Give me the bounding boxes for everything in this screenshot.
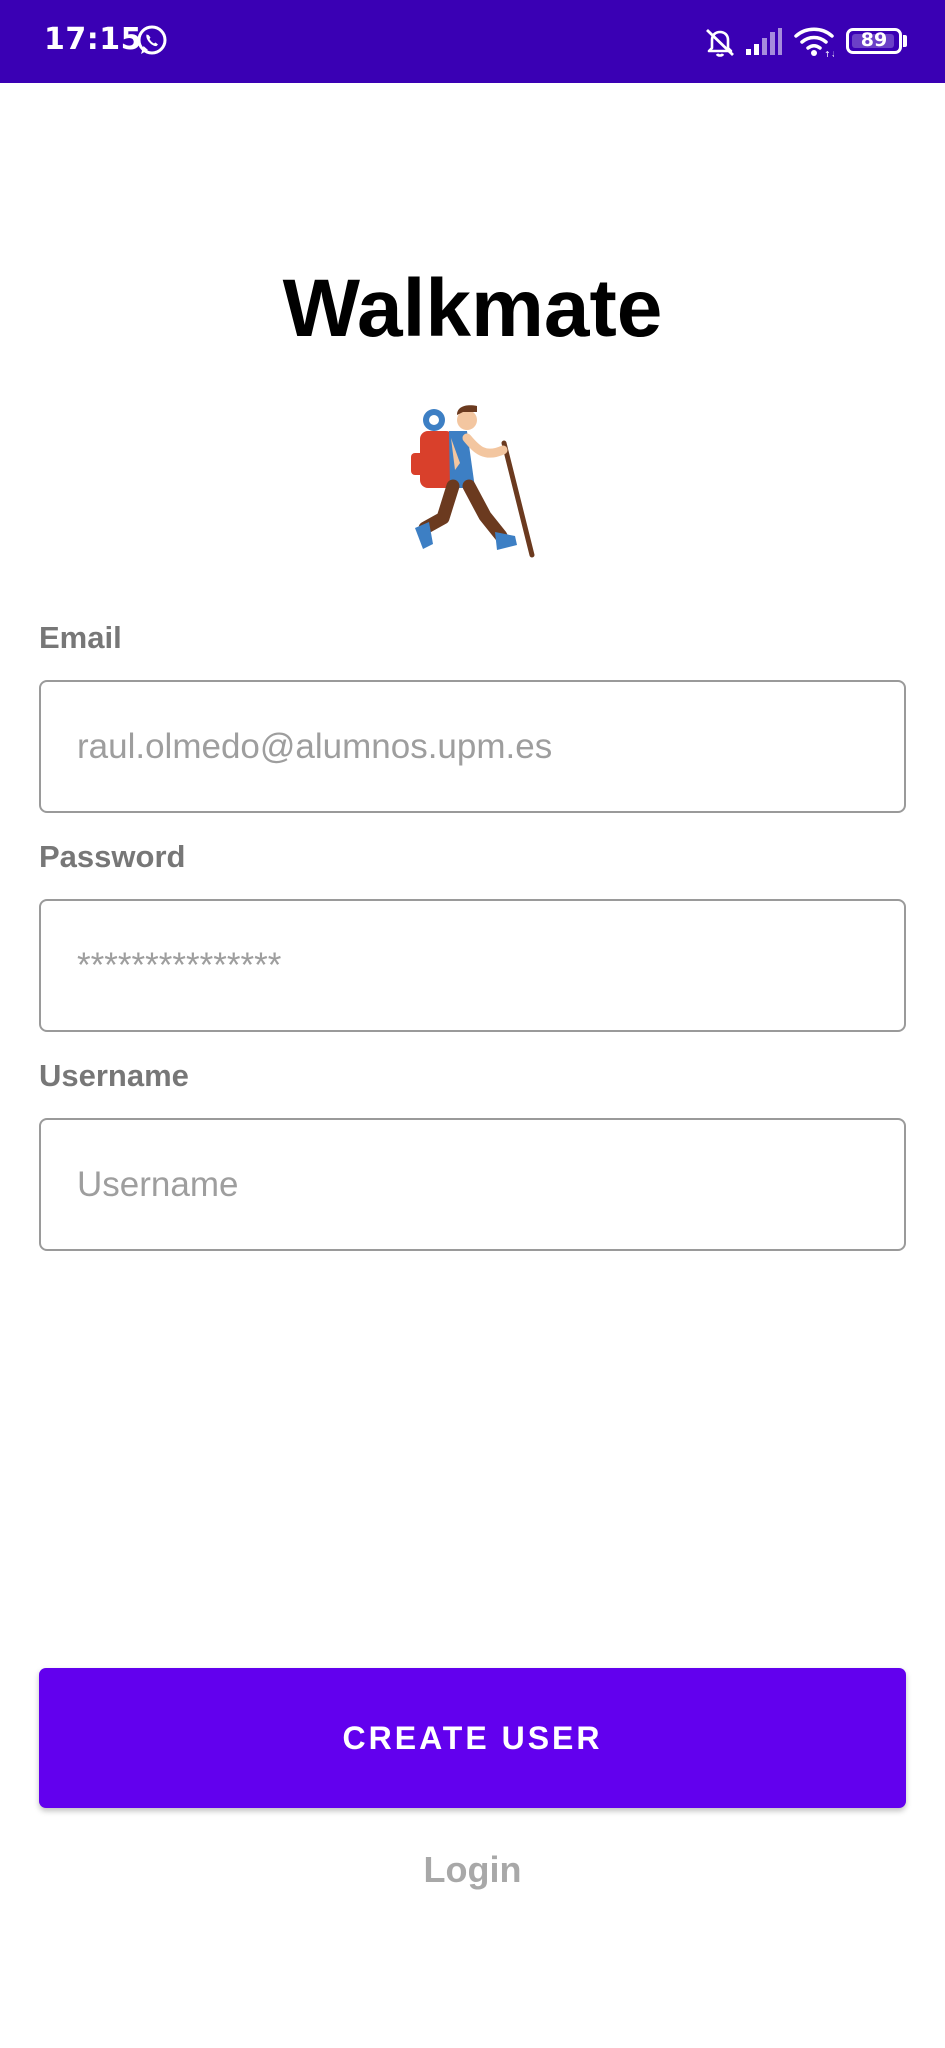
login-link[interactable]: Login (0, 1849, 945, 1891)
muted-bell-icon (706, 28, 734, 57)
username-field[interactable] (39, 1118, 906, 1251)
battery-level: 89 (860, 29, 888, 51)
status-bar: 17:15 ↑↓ 89 (0, 0, 945, 83)
battery-icon: 89 (846, 28, 902, 54)
create-user-button[interactable]: CREATE USER (39, 1668, 906, 1808)
app-title: Walkmate (282, 263, 663, 354)
svg-text:↑↓: ↑↓ (824, 50, 834, 58)
whatsapp-icon (137, 25, 167, 55)
email-label: Email (39, 620, 122, 655)
email-field[interactable] (39, 680, 906, 813)
wifi-icon: ↑↓ (794, 27, 834, 58)
password-label: Password (39, 839, 186, 874)
password-field[interactable] (39, 899, 906, 1032)
battery-tip (903, 35, 907, 47)
username-label: Username (39, 1058, 189, 1093)
hiker-icon (411, 405, 535, 558)
status-time: 17:15 (44, 22, 142, 57)
signal-icon (746, 28, 782, 55)
